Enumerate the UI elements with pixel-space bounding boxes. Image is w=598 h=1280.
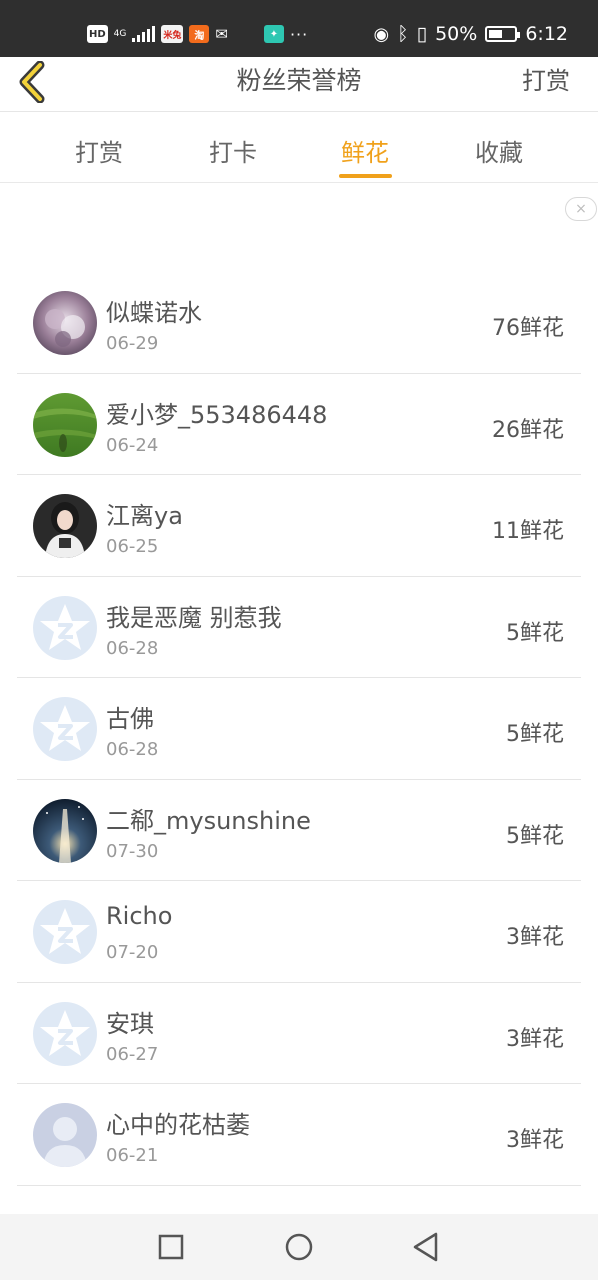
home-button[interactable] <box>282 1230 316 1264</box>
avatar <box>33 1001 97 1066</box>
user-photo-icon <box>33 392 97 457</box>
default-avatar-star-icon <box>33 595 97 660</box>
flower-count: 3鲜花 <box>506 925 564 950</box>
fan-name: 古佛 <box>106 705 154 733</box>
flower-count: 76鲜花 <box>492 316 564 341</box>
fan-name: 安琪 <box>106 1009 154 1038</box>
hd-badge: HD <box>87 25 108 43</box>
list-item[interactable]: 心中的花枯萎 06-21 3鲜花 <box>0 1084 598 1186</box>
avatar <box>33 595 97 660</box>
flower-count: 5鲜花 <box>506 620 564 646</box>
avatar <box>33 900 97 964</box>
list-item[interactable]: 安琪 06-27 3鲜花 <box>0 983 598 1085</box>
avatar <box>33 494 97 558</box>
status-bar-left: HD 4G 米兔 淘 ✉ ✦ ··· <box>87 22 308 46</box>
flower-count: 3鲜花 <box>506 1026 564 1052</box>
avatar <box>33 1103 97 1167</box>
fan-date: 06-28 <box>106 739 159 760</box>
flower-count: 5鲜花 <box>506 823 564 849</box>
app-notification-icon: 米兔 <box>161 25 184 43</box>
avatar <box>33 392 97 457</box>
fan-name: Richo <box>106 902 173 930</box>
clock: 6:12 <box>525 23 568 45</box>
flower-count: 3鲜花 <box>506 1128 564 1153</box>
fan-date: 06-21 <box>106 1145 159 1166</box>
avatar <box>33 291 97 355</box>
user-photo-icon <box>33 291 97 355</box>
active-tab-indicator <box>339 174 392 178</box>
list-item[interactable]: 二郗_mysunshine 07-30 5鲜花 <box>0 780 598 882</box>
status-bar-right: ◉ ᛒ ▯ 50% 6:12 <box>374 21 569 47</box>
list-item[interactable]: 我是恶魔 别惹我 06-28 5鲜花 <box>0 577 598 679</box>
game-notification-icon: ✦ <box>263 25 284 43</box>
status-bar: HD 4G 米兔 淘 ✉ ✦ ··· ◉ ᛒ ▯ 50% 6:12 <box>0 0 598 57</box>
vibrate-icon: ▯ <box>416 23 428 45</box>
list-item[interactable]: 古佛 06-28 5鲜花 <box>0 678 598 780</box>
default-avatar-star-icon <box>33 1001 97 1066</box>
taobao-notification-icon: 淘 <box>189 25 210 43</box>
avatar <box>33 697 97 761</box>
flower-count: 11鲜花 <box>492 519 564 544</box>
battery-icon <box>485 26 521 42</box>
eye-comfort-icon: ◉ <box>373 23 390 45</box>
network-type: 4G <box>113 28 127 39</box>
list-item[interactable]: 爱小梦_553486448 06-24 26鲜花 <box>0 374 598 476</box>
fan-name: 心中的花枯萎 <box>106 1111 250 1139</box>
fan-name: 似蝶诺水 <box>106 299 202 327</box>
fan-name: 江离ya <box>106 502 183 530</box>
battery-percent: 50% <box>435 23 478 45</box>
default-avatar-person-icon <box>33 1103 97 1167</box>
fan-name: 爱小梦_553486448 <box>106 400 328 429</box>
flower-count: 5鲜花 <box>506 722 564 747</box>
fan-date: 06-28 <box>106 637 159 659</box>
close-ad-button[interactable]: × <box>565 197 597 221</box>
fan-name: 我是恶魔 别惹我 <box>106 603 282 632</box>
fan-date: 06-27 <box>106 1043 159 1065</box>
tab-reward[interactable]: 打赏 <box>59 133 139 168</box>
signal-icon <box>132 26 156 42</box>
tab-favorites[interactable]: 收藏 <box>459 133 539 168</box>
fan-date: 07-30 <box>106 840 159 862</box>
user-photo-icon <box>33 798 97 863</box>
list-item[interactable]: 江离ya 06-25 11鲜花 <box>0 475 598 577</box>
default-avatar-star-icon <box>33 900 97 964</box>
system-navigation-bar <box>0 1214 598 1280</box>
recent-apps-button[interactable] <box>154 1230 188 1264</box>
wechat-icon: ✉ <box>215 25 228 43</box>
fan-list: 似蝶诺水 06-29 76鲜花 爱小梦_553486448 06-24 26鲜花 <box>0 272 598 1280</box>
page-title: 粉丝荣誉榜 <box>236 66 362 95</box>
tab-flowers[interactable]: 鲜花 <box>325 133 405 168</box>
bluetooth-icon: ᛒ <box>397 23 409 45</box>
tab-checkin[interactable]: 打卡 <box>193 133 273 168</box>
fan-date: 06-24 <box>106 434 159 456</box>
more-notifications-icon: ··· <box>289 24 309 44</box>
avatar <box>33 798 97 863</box>
header-bar: 粉丝荣誉榜 打赏 <box>0 57 598 112</box>
fan-date: 06-29 <box>106 333 159 354</box>
fan-date: 07-20 <box>106 942 159 963</box>
default-avatar-star-icon <box>33 697 97 761</box>
list-item[interactable]: Richo 07-20 3鲜花 <box>0 881 598 983</box>
tab-bar: 打赏 打卡 鲜花 收藏 <box>0 113 598 183</box>
back-nav-button[interactable] <box>409 1230 443 1264</box>
user-photo-icon <box>33 494 97 558</box>
reward-button[interactable]: 打赏 <box>522 61 570 96</box>
flower-count: 26鲜花 <box>492 417 564 443</box>
fan-name: 二郗_mysunshine <box>106 806 311 835</box>
fan-date: 06-25 <box>106 536 159 557</box>
list-item[interactable]: 似蝶诺水 06-29 76鲜花 <box>0 272 598 374</box>
